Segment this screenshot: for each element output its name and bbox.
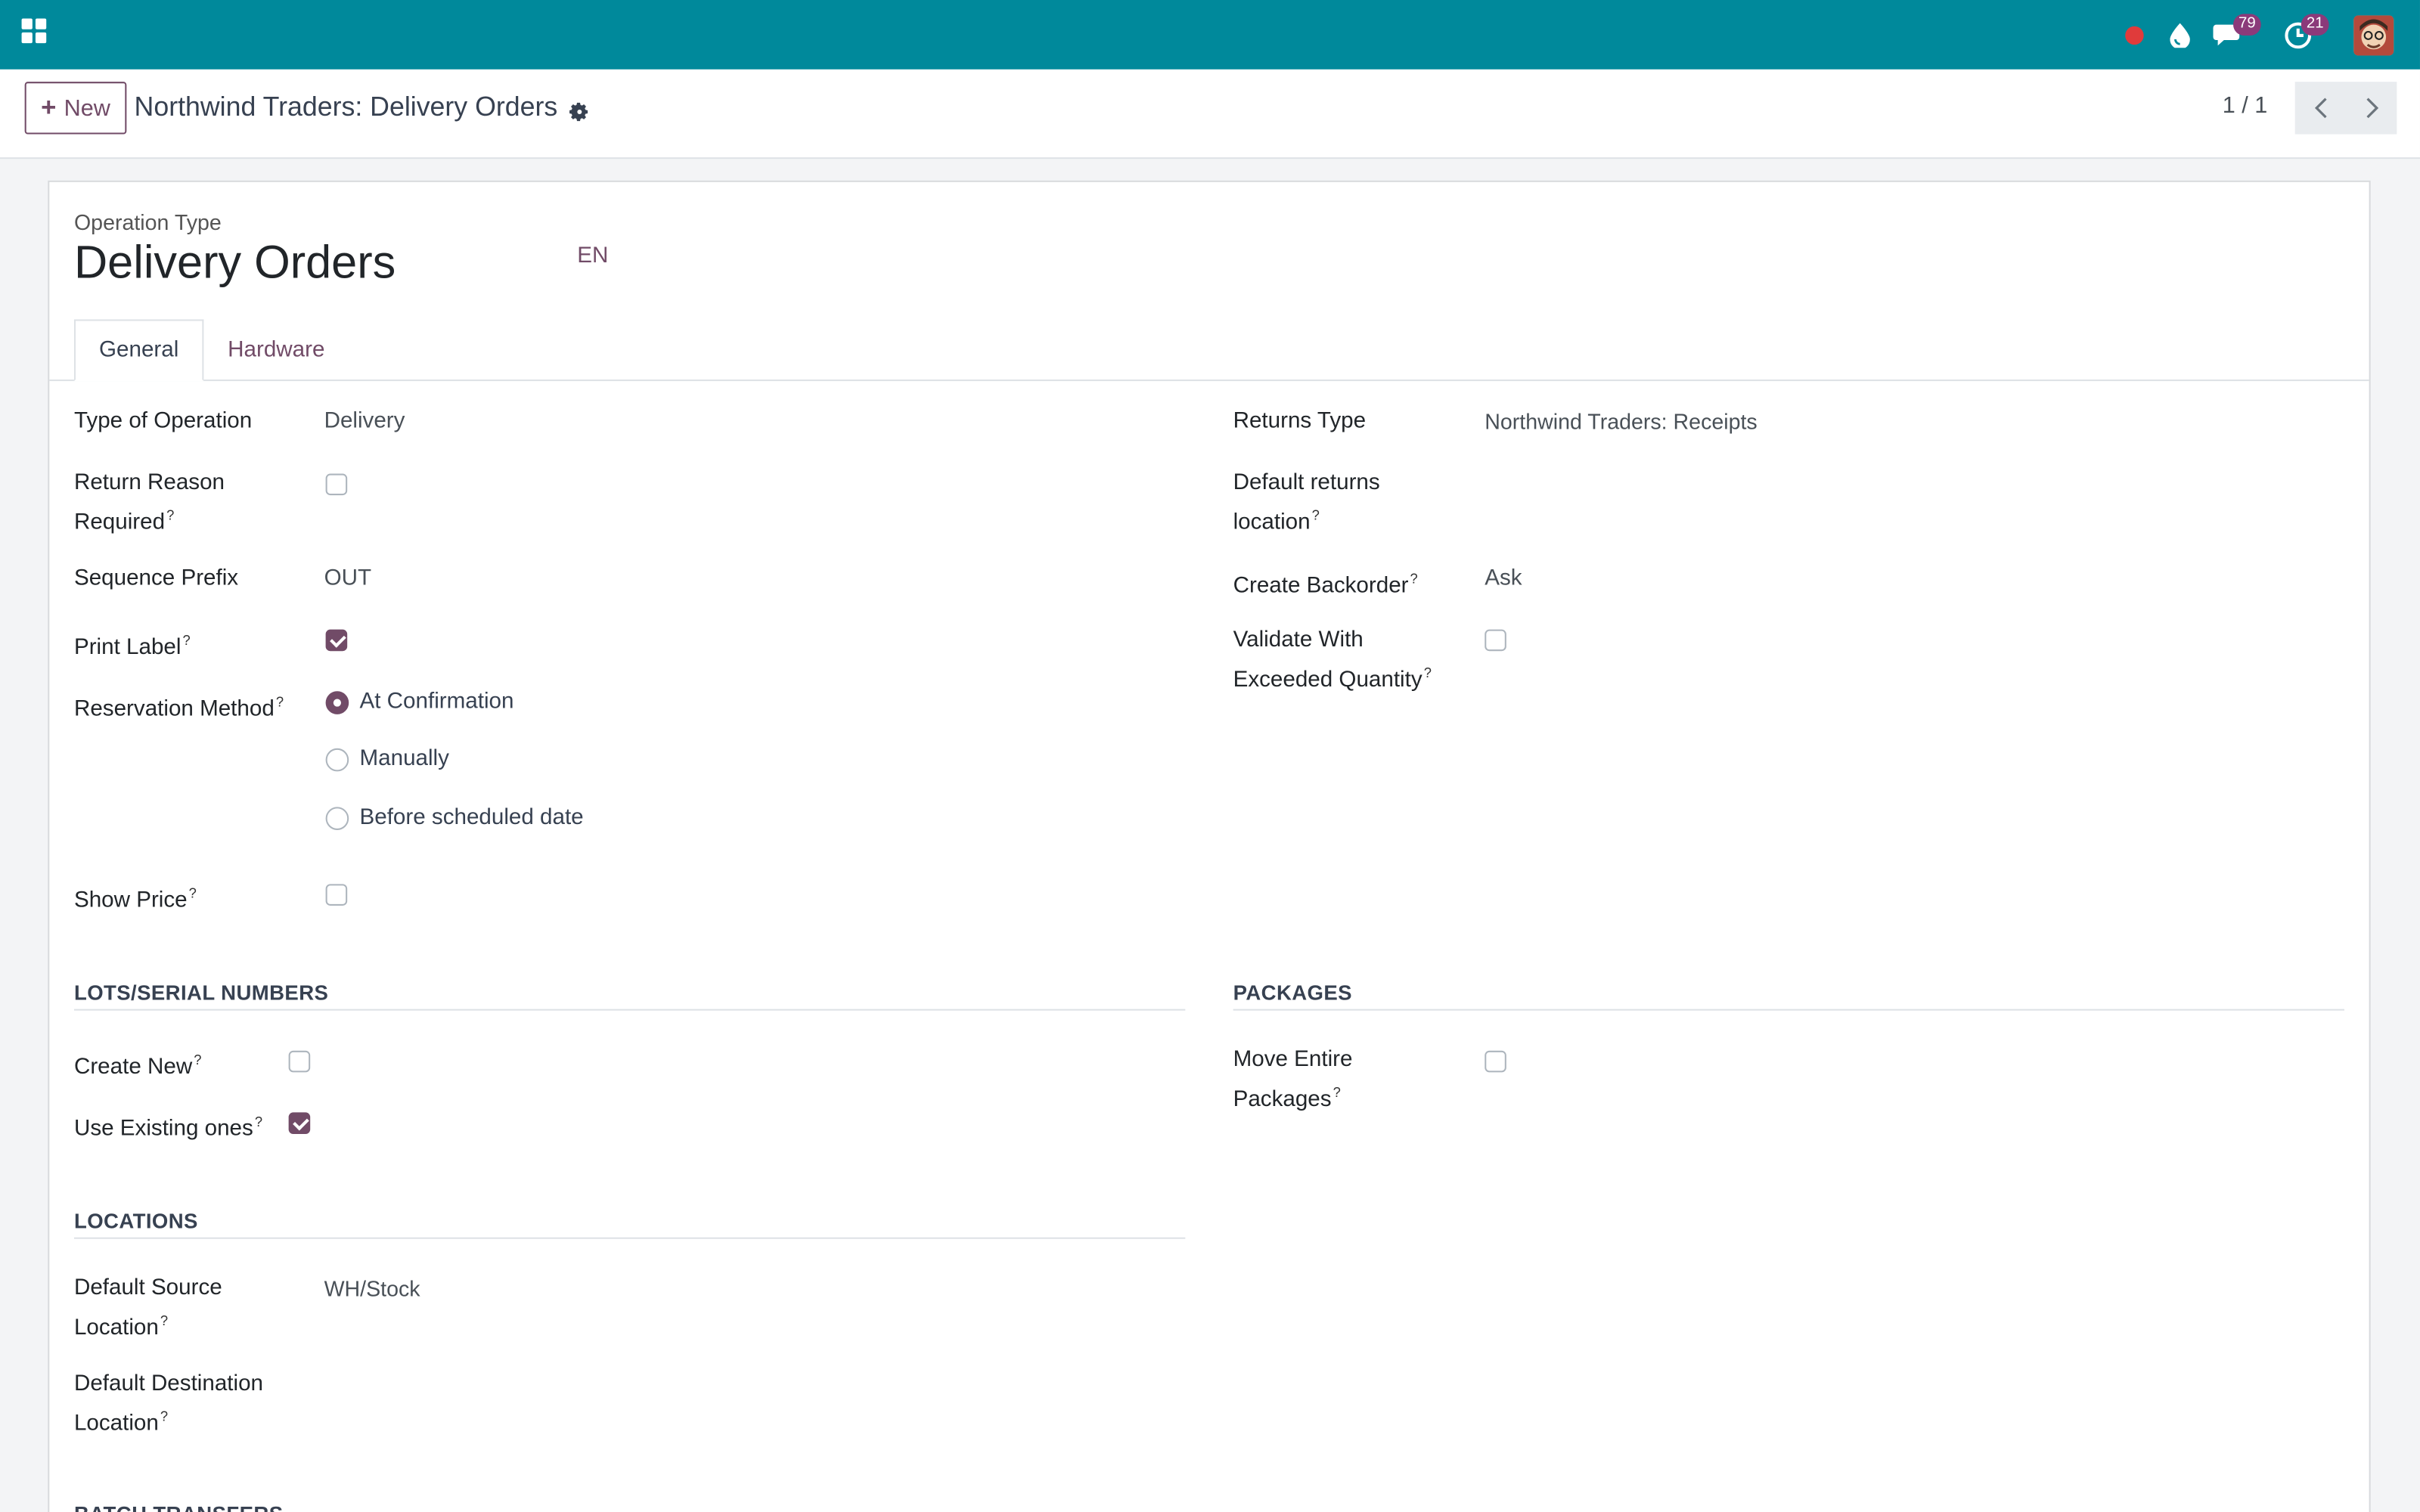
print-label-label: Print Label? xyxy=(73,632,191,661)
radio-at-confirmation-label[interactable]: At Confirmation xyxy=(360,686,514,719)
move-entire-packages-checkbox[interactable] xyxy=(1485,1050,1506,1073)
pager-next-button[interactable] xyxy=(2346,82,2397,135)
drop-icon[interactable] xyxy=(2162,0,2196,70)
default-destination-location-field[interactable] xyxy=(324,1368,942,1401)
type-of-operation-value[interactable]: Delivery xyxy=(324,406,405,438)
recording-dot-icon[interactable] xyxy=(2118,0,2152,70)
create-new-checkbox[interactable] xyxy=(288,1050,311,1073)
validate-exceeded-quantity-checkbox[interactable] xyxy=(1485,629,1506,652)
create-backorder-value[interactable]: Ask xyxy=(1485,563,1522,596)
apps-menu-icon[interactable] xyxy=(21,18,50,46)
help-icon[interactable]: ? xyxy=(255,1114,262,1129)
gear-icon[interactable] xyxy=(569,98,591,122)
new-button[interactable]: + New xyxy=(24,82,127,135)
packages-section-title: PACKAGES xyxy=(1233,981,1352,1005)
show-price-label: Show Price? xyxy=(73,885,197,913)
default-source-location-value[interactable]: WH/Stock xyxy=(324,1273,420,1306)
use-existing-label: Use Existing ones? xyxy=(73,1114,263,1142)
default-returns-location-field[interactable] xyxy=(1485,467,2102,500)
messages-badge: 79 xyxy=(2233,14,2261,36)
print-label-checkbox[interactable] xyxy=(325,629,348,652)
default-source-location-label: Default Source Location? xyxy=(73,1275,222,1341)
create-backorder-label: Create Backorder? xyxy=(1233,571,1418,599)
help-icon[interactable]: ? xyxy=(160,1408,168,1424)
show-price-checkbox[interactable] xyxy=(325,884,348,906)
radio-manually[interactable] xyxy=(325,748,349,772)
user-avatar[interactable] xyxy=(2349,0,2398,70)
sequence-prefix-value[interactable]: OUT xyxy=(324,563,371,596)
record-title[interactable]: Delivery Orders xyxy=(74,237,396,290)
use-existing-checkbox[interactable] xyxy=(288,1112,311,1134)
section-divider xyxy=(73,1237,1186,1239)
help-icon[interactable]: ? xyxy=(276,694,284,709)
breadcrumb: Northwind Traders: Delivery Orders xyxy=(135,91,591,123)
section-divider xyxy=(73,1009,1186,1011)
help-icon[interactable]: ? xyxy=(1410,571,1418,586)
chevron-left-icon xyxy=(2313,98,2326,119)
activities-badge: 21 xyxy=(2301,14,2329,36)
form-sheet: Operation Type Delivery Orders EN Genera… xyxy=(48,180,2371,1512)
radio-at-confirmation[interactable] xyxy=(325,691,349,714)
type-of-operation-label: Type of Operation xyxy=(73,408,253,434)
record-label: Operation Type xyxy=(73,209,222,235)
plus-icon: + xyxy=(41,92,57,122)
pager-value[interactable]: 1 / 1 xyxy=(2223,92,2268,119)
help-icon[interactable]: ? xyxy=(1424,665,1432,680)
control-panel: + New Northwind Traders: Delivery Orders… xyxy=(0,69,2420,160)
help-icon[interactable]: ? xyxy=(160,1313,168,1328)
validate-exceeded-quantity-label: Validate With Exceeded Quantity? xyxy=(1233,627,1432,692)
radio-before-scheduled-date[interactable] xyxy=(325,807,349,830)
chevron-right-icon xyxy=(2366,98,2378,119)
help-icon[interactable]: ? xyxy=(1333,1085,1341,1100)
lots-serial-section-title: LOTS/SERIAL NUMBERS xyxy=(73,981,329,1005)
help-icon[interactable]: ? xyxy=(189,885,197,900)
tab-general[interactable]: General xyxy=(73,319,204,382)
tabs-divider xyxy=(49,380,2369,382)
sequence-prefix-label: Sequence Prefix xyxy=(73,565,239,591)
returns-type-label: Returns Type xyxy=(1233,408,1367,434)
reservation-method-label: Reservation Method? xyxy=(73,694,284,722)
batch-transfers-section-title: BATCH TRANSFERS xyxy=(74,1503,284,1512)
default-returns-location-label: Default returns location? xyxy=(1233,470,1380,535)
move-entire-packages-label: Move Entire Packages? xyxy=(1233,1047,1353,1113)
returns-type-value[interactable]: Northwind Traders: Receipts xyxy=(1485,406,1757,438)
tab-hardware[interactable]: Hardware xyxy=(206,319,346,381)
top-navbar: 79 21 xyxy=(0,0,2420,70)
create-new-label: Create New? xyxy=(73,1052,202,1080)
breadcrumb-title: Northwind Traders: Delivery Orders xyxy=(134,91,558,122)
return-reason-required-label: Return Reason Required? xyxy=(73,470,225,535)
locations-section-title: LOCATIONS xyxy=(73,1209,198,1233)
help-icon[interactable]: ? xyxy=(194,1052,201,1067)
help-icon[interactable]: ? xyxy=(166,507,174,522)
default-destination-location-label: Default Destination Location? xyxy=(73,1371,263,1436)
radio-before-scheduled-date-label[interactable]: Before scheduled date xyxy=(360,802,584,835)
return-reason-required-checkbox[interactable] xyxy=(325,473,348,496)
section-divider xyxy=(1233,1009,2344,1011)
new-button-label: New xyxy=(64,94,110,122)
pager-previous-button[interactable] xyxy=(2294,82,2347,135)
language-button[interactable]: EN xyxy=(577,243,608,268)
radio-manually-label[interactable]: Manually xyxy=(360,744,449,776)
avatar xyxy=(2353,14,2394,55)
help-icon[interactable]: ? xyxy=(1312,507,1320,522)
help-icon[interactable]: ? xyxy=(182,633,190,648)
